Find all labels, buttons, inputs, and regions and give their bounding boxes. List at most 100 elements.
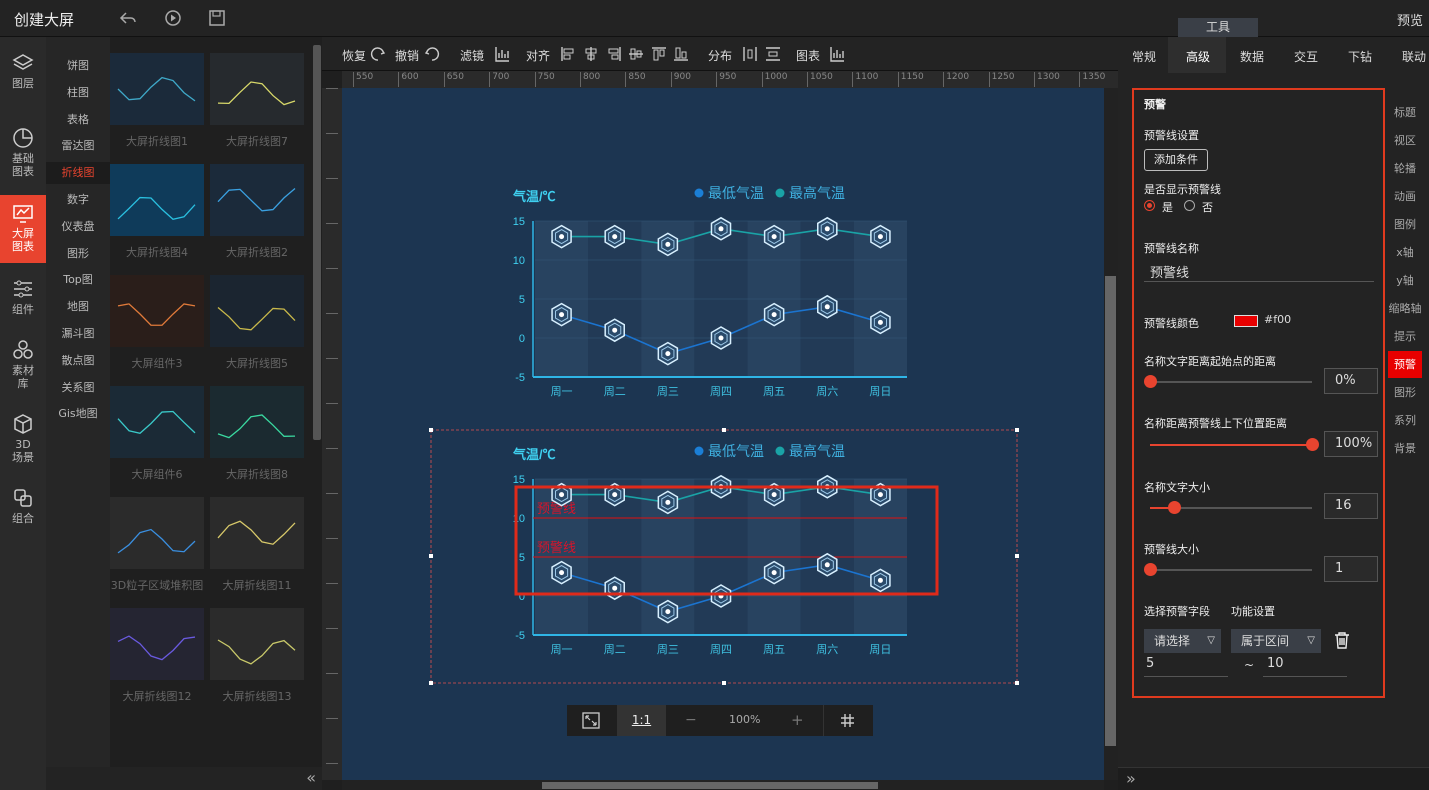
line-size-value[interactable]: 1 (1324, 556, 1378, 582)
line-size-slider[interactable] (1144, 563, 1312, 576)
font-size-slider[interactable] (1150, 501, 1312, 514)
side-tab[interactable]: 轮播 (1388, 155, 1422, 182)
canvas-hscrollbar[interactable] (342, 780, 1104, 790)
chart-thumbnail[interactable] (210, 164, 304, 236)
align-vcenter-icon[interactable] (628, 46, 644, 62)
fit-screen-icon[interactable] (582, 712, 600, 729)
category-item[interactable]: 表格 (46, 109, 110, 131)
side-tab[interactable]: 标题 (1388, 99, 1422, 126)
side-tab[interactable]: 图例 (1388, 211, 1422, 238)
category-item[interactable]: Gis地图 (46, 403, 110, 425)
zoom-out-button[interactable]: − (685, 712, 697, 728)
settings-tab[interactable]: 数据 (1240, 48, 1264, 65)
category-item[interactable]: 关系图 (46, 377, 110, 399)
settings-tab[interactable]: 高级 (1186, 48, 1210, 65)
hscroll-knob[interactable] (542, 782, 878, 789)
nav-materials[interactable]: 素材库 (0, 339, 46, 394)
expand-right-icon[interactable]: » (1126, 769, 1136, 788)
grid-icon[interactable] (840, 713, 855, 728)
side-tab[interactable]: 背景 (1388, 435, 1422, 462)
category-item[interactable]: 饼图 (46, 55, 110, 77)
distribute-h-icon[interactable] (742, 46, 758, 62)
category-item[interactable]: Top图 (46, 269, 110, 291)
align-top-icon[interactable] (651, 46, 667, 62)
category-item[interactable]: 地图 (46, 296, 110, 318)
side-tab[interactable]: 视区 (1388, 127, 1422, 154)
side-tab[interactable]: 图形 (1388, 379, 1422, 406)
chart-thumbnail[interactable] (110, 164, 204, 236)
play-icon[interactable] (164, 9, 182, 27)
vertical-distance-value[interactable]: 100% (1324, 431, 1378, 457)
preview-button[interactable]: 预览 (1397, 10, 1423, 29)
range-to-input[interactable]: 10 (1263, 656, 1347, 677)
range-from-input[interactable]: 5 (1144, 656, 1228, 677)
side-tab[interactable]: 预警 (1388, 351, 1422, 378)
save-icon[interactable] (208, 9, 226, 27)
radio-yes[interactable] (1144, 200, 1155, 211)
text-distance-value[interactable]: 0% (1324, 368, 1378, 394)
chart-icon[interactable] (829, 46, 845, 62)
chart-thumbnail[interactable] (210, 497, 304, 569)
undo-button[interactable]: 撤销 (395, 47, 419, 64)
radio-no[interactable] (1184, 200, 1195, 211)
align-left-icon[interactable] (560, 46, 576, 62)
align-right-icon[interactable] (606, 46, 622, 62)
collapse-left-icon[interactable]: « (306, 768, 316, 787)
distribute-button[interactable]: 分布 (708, 47, 732, 64)
category-item[interactable]: 仪表盘 (46, 216, 110, 238)
settings-tab[interactable]: 常规 (1132, 48, 1156, 65)
slider-knob[interactable] (1144, 563, 1157, 576)
slider-knob[interactable] (1144, 375, 1157, 388)
actual-size-button[interactable]: 1:1 (617, 705, 666, 736)
nav-layers[interactable]: 图层 (0, 52, 46, 102)
align-center-icon[interactable] (583, 46, 599, 62)
category-item[interactable]: 雷达图 (46, 135, 110, 157)
distribute-v-icon[interactable] (765, 46, 781, 62)
canvas-board[interactable]: 15 10 5 0 -5 周一 周二 周三 周四 周五 周六 周日 气温/℃ 最低气温 最高气温 15 10 5 0… (342, 88, 1104, 780)
chart-thumbnail[interactable] (110, 275, 204, 347)
align-button[interactable]: 对齐 (526, 47, 550, 64)
settings-tab[interactable]: 交互 (1294, 48, 1318, 65)
filter-button[interactable]: 滤镜 (460, 47, 484, 64)
slider-knob[interactable] (1306, 438, 1319, 451)
side-tab[interactable]: 系列 (1388, 407, 1422, 434)
back-icon[interactable] (119, 9, 137, 27)
nav-screen-charts[interactable]: 大屏图表 (0, 195, 46, 263)
font-size-value[interactable]: 16 (1324, 493, 1378, 519)
color-swatch[interactable] (1234, 315, 1258, 327)
side-tab[interactable]: 缩略轴 (1388, 295, 1422, 322)
vertical-distance-slider[interactable] (1150, 438, 1319, 451)
chart-thumbnail[interactable] (110, 608, 204, 680)
thumbnail-scrollbar[interactable] (313, 45, 321, 440)
undo-icon[interactable] (424, 46, 440, 62)
settings-tab[interactable]: 下钻 (1348, 48, 1372, 65)
settings-tab[interactable]: 联动 (1402, 48, 1426, 65)
text-distance-slider[interactable] (1144, 375, 1312, 388)
field-select[interactable]: 请选择 ▽ (1144, 629, 1221, 653)
chart-thumbnail[interactable] (210, 386, 304, 458)
category-item[interactable]: 数字 (46, 189, 110, 211)
side-tab[interactable]: 动画 (1388, 183, 1422, 210)
nav-components[interactable]: 组件 (0, 278, 46, 323)
nav-basic-charts[interactable]: 基础图表 (0, 127, 46, 182)
chart-thumbnail[interactable] (210, 608, 304, 680)
chart-thumbnail[interactable] (110, 386, 204, 458)
chart-thumbnail[interactable] (210, 53, 304, 125)
canvas-vscrollbar[interactable] (1104, 88, 1118, 780)
category-item[interactable]: 柱图 (46, 82, 110, 104)
side-tab[interactable]: x轴 (1388, 239, 1422, 266)
chart-thumbnail[interactable] (210, 275, 304, 347)
category-item[interactable]: 图形 (46, 243, 110, 265)
slider-knob[interactable] (1168, 501, 1182, 514)
category-item[interactable]: 漏斗图 (46, 323, 110, 345)
category-item[interactable]: 散点图 (46, 350, 110, 372)
tools-tab[interactable]: 工具 (1178, 18, 1258, 37)
nav-group[interactable]: 组合 (0, 487, 46, 532)
warning-name-input[interactable]: 预警线 (1144, 262, 1374, 282)
chart-thumbnail[interactable] (110, 497, 204, 569)
nav-3d-scene[interactable]: 3D场景 (0, 413, 46, 468)
function-select[interactable]: 属于区间 ▽ (1231, 629, 1321, 653)
chart-button[interactable]: 图表 (796, 47, 820, 64)
side-tab[interactable]: 提示 (1388, 323, 1422, 350)
side-tab[interactable]: y轴 (1388, 267, 1422, 294)
